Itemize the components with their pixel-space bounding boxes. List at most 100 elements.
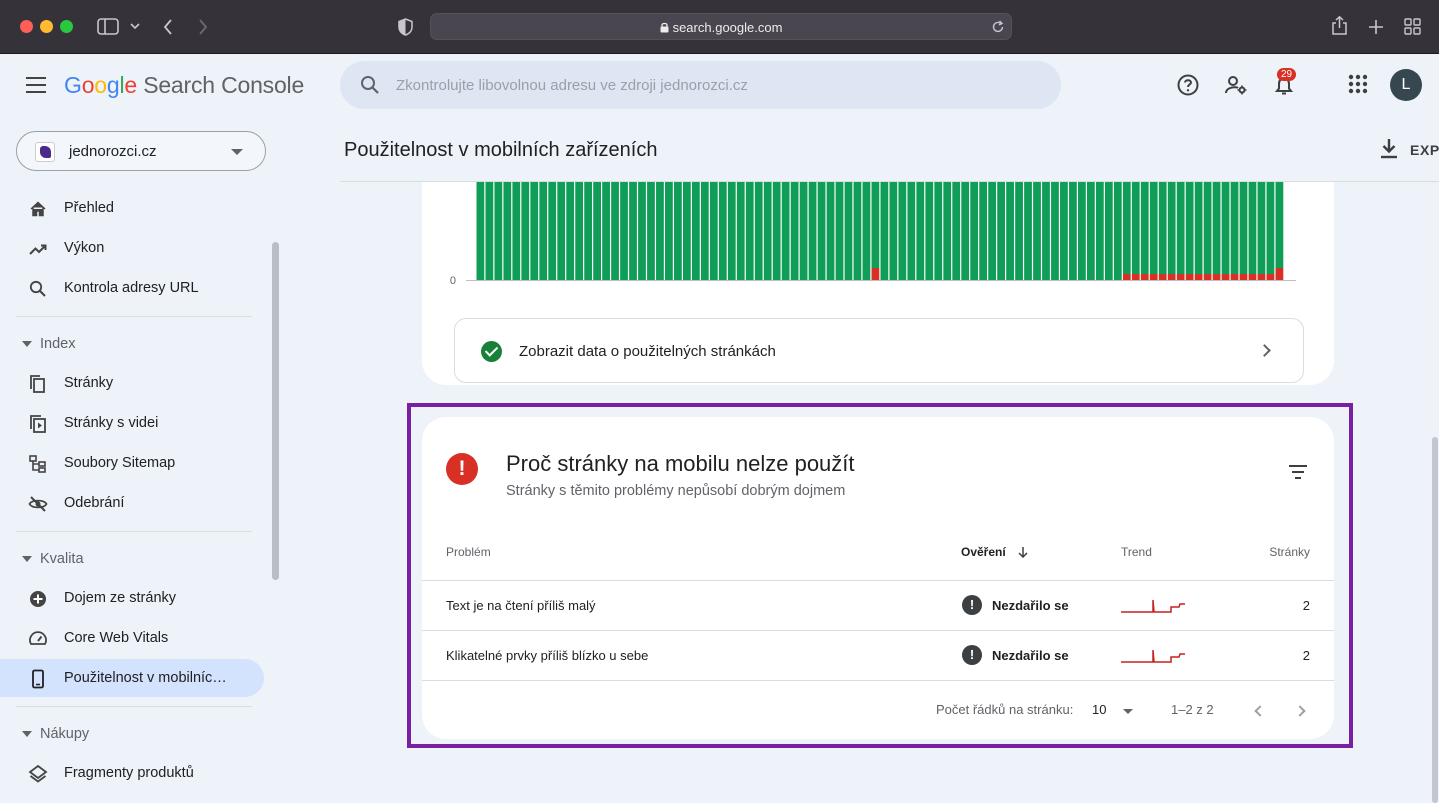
search-icon xyxy=(361,76,379,94)
help-icon[interactable] xyxy=(1176,73,1200,97)
bar-poor xyxy=(871,268,880,280)
trend-sparkline xyxy=(1121,599,1185,613)
bar-poor xyxy=(1266,274,1275,280)
arrow-down-icon xyxy=(1018,547,1028,559)
sidebar: jednorozci.cz Přehled Výkon Kontrola adr… xyxy=(0,116,284,803)
bar-poor xyxy=(1221,274,1230,280)
bar-poor xyxy=(1149,274,1158,280)
page-title: Použitelnost v mobilních zařízeních xyxy=(344,139,658,161)
table-row[interactable]: Klikatelné prvky příliš blízko u sebe ! … xyxy=(422,630,1334,680)
table-row[interactable]: Text je na čtení příliš malý ! Nezdařilo… xyxy=(422,580,1334,630)
sidebar-section-nakupy[interactable]: Nákupy xyxy=(0,722,264,746)
check-circle-icon xyxy=(481,341,502,362)
sidebar-section-kvalita[interactable]: Kvalita xyxy=(0,547,264,571)
trend-sparkline xyxy=(1121,649,1185,663)
chevron-right-icon xyxy=(1258,344,1271,357)
main-scrollbar[interactable] xyxy=(1432,437,1438,803)
caret-down-icon xyxy=(231,149,243,155)
bar-poor xyxy=(1167,274,1176,280)
back-icon[interactable] xyxy=(163,19,173,35)
previous-page-icon[interactable] xyxy=(1254,705,1266,717)
sidebar-section-index[interactable]: Index xyxy=(0,332,264,356)
reload-icon[interactable] xyxy=(991,20,1005,34)
issues-subtitle: Stránky s těmito problémy nepůsobí dobrý… xyxy=(506,483,846,499)
column-header-problem[interactable]: Problém xyxy=(446,545,491,559)
maximize-window-button[interactable] xyxy=(60,20,73,33)
smartphone-icon xyxy=(32,669,44,689)
sidebar-scrollbar[interactable] xyxy=(272,242,279,580)
url-text: search.google.com xyxy=(431,20,1011,35)
bar-poor xyxy=(1239,274,1248,280)
collapse-arrow-icon xyxy=(22,341,32,347)
page-experience-icon xyxy=(30,591,46,607)
sidebar-divider xyxy=(16,531,252,532)
sidebar-item-mobile-usability[interactable]: Použitelnost v mobilníc… xyxy=(0,659,264,697)
minimize-window-button[interactable] xyxy=(40,20,53,33)
sidebar-item-video-pages[interactable]: Stránky s videi xyxy=(0,404,264,442)
sidebar-item-url-inspection[interactable]: Kontrola adresy URL xyxy=(0,269,264,307)
sidebar-divider xyxy=(16,706,252,707)
sidebar-item-prehled[interactable]: Přehled xyxy=(0,189,264,227)
property-selector[interactable]: jednorozci.cz xyxy=(16,131,266,171)
home-icon xyxy=(30,201,46,217)
sidebar-divider xyxy=(16,316,252,317)
sidebar-item-removals[interactable]: Odebrání xyxy=(0,484,264,522)
apps-grid-icon[interactable] xyxy=(1347,73,1371,97)
search-console-logo[interactable]: Google Search Console xyxy=(64,72,304,99)
user-settings-icon[interactable] xyxy=(1224,73,1248,97)
sidebar-item-vykon[interactable]: Výkon xyxy=(0,229,264,267)
table-footer-divider xyxy=(422,680,1334,681)
issues-title: Proč stránky na mobilu nelze použít xyxy=(506,451,855,476)
column-header-validation[interactable]: Ověření xyxy=(961,545,1029,559)
pagination-range: 1–2 z 2 xyxy=(1171,702,1214,717)
main-content: 010.07.2222.07.2203.08.2215.08.2226.08.2… xyxy=(284,116,1439,803)
pages-icon xyxy=(30,375,45,393)
download-icon xyxy=(1381,139,1397,159)
chevron-down-icon[interactable] xyxy=(130,23,140,30)
new-tab-icon[interactable] xyxy=(1368,19,1384,35)
filter-icon[interactable] xyxy=(1288,465,1308,479)
collapse-arrow-icon xyxy=(22,556,32,562)
url-inspection-search[interactable] xyxy=(340,61,1061,109)
issues-card: ! Proč stránky na mobilu nelze použít St… xyxy=(422,417,1334,739)
failed-status-icon: ! xyxy=(962,595,982,615)
bar-poor xyxy=(1203,274,1212,280)
sidebar-item-sitemaps[interactable]: Soubory Sitemap xyxy=(0,444,264,482)
sidebar-item-product-snippets[interactable]: Fragmenty produktů xyxy=(0,754,264,792)
bar-poor xyxy=(1248,274,1257,280)
rows-per-page-select[interactable]: 10 xyxy=(1092,702,1106,717)
rows-per-page-label: Počet řádků na stránku: xyxy=(936,702,1074,717)
usable-pages-link[interactable]: Zobrazit data o použitelných stránkách xyxy=(454,318,1304,383)
y-tick-label: 0 xyxy=(450,275,456,286)
close-window-button[interactable] xyxy=(20,20,33,33)
share-icon[interactable] xyxy=(1331,16,1348,36)
bar-poor xyxy=(1230,274,1239,280)
caret-down-icon[interactable] xyxy=(1123,709,1133,714)
address-bar[interactable]: search.google.com xyxy=(430,13,1012,40)
search-input[interactable] xyxy=(396,73,1036,97)
video-pages-icon xyxy=(30,415,46,433)
collapse-arrow-icon xyxy=(22,731,32,737)
shield-icon[interactable] xyxy=(398,18,413,36)
bar-poor xyxy=(1194,274,1203,280)
sidebar-toggle-icon[interactable] xyxy=(97,18,119,35)
next-page-icon[interactable] xyxy=(1294,705,1306,717)
sidebar-item-pages[interactable]: Stránky xyxy=(0,364,264,402)
account-avatar[interactable]: L xyxy=(1390,69,1422,101)
error-icon: ! xyxy=(446,453,478,485)
sitemap-icon xyxy=(29,455,46,473)
property-name: jednorozci.cz xyxy=(69,143,157,160)
notification-badge: 29 xyxy=(1277,68,1297,81)
lock-icon xyxy=(660,22,669,33)
sidebar-item-page-experience[interactable]: Dojem ze stránky xyxy=(0,579,264,617)
page-header: Použitelnost v mobilních zařízeních EXPO… xyxy=(340,116,1439,182)
bar-poor xyxy=(1185,274,1194,280)
hamburger-menu-icon[interactable] xyxy=(26,77,46,93)
tab-overview-icon[interactable] xyxy=(1404,18,1421,35)
forward-icon[interactable] xyxy=(198,19,208,35)
column-header-pages[interactable]: Stránky xyxy=(1269,545,1310,559)
sidebar-item-core-web-vitals[interactable]: Core Web Vitals xyxy=(0,619,264,657)
bar-poor xyxy=(1140,274,1149,280)
bar-poor xyxy=(1158,274,1167,280)
trending-up-icon xyxy=(29,244,47,255)
